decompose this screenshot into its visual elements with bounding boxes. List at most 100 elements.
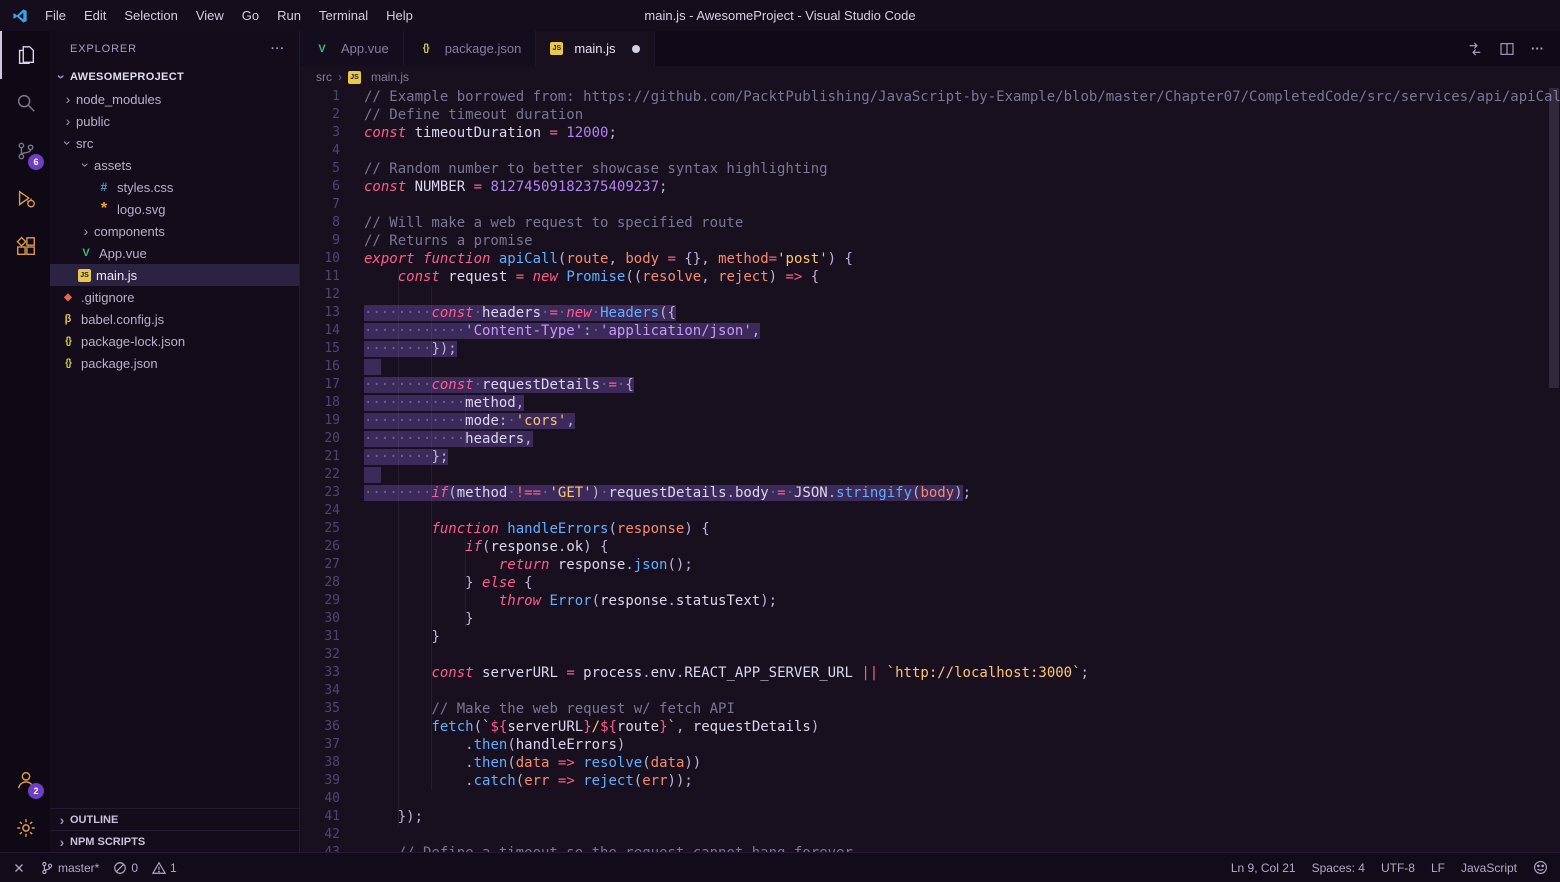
tree-item-app-vue[interactable]: V App.vue [50,242,299,264]
activity-item-run-debug[interactable] [0,175,50,223]
code-line[interactable]: 17 ········const·requestDetails·=·{ [300,376,1560,394]
line-number[interactable]: 17 [300,376,340,394]
warnings[interactable]: 1 [152,861,177,875]
more-actions-icon[interactable]: ··· [1531,41,1544,56]
code-line[interactable]: 2 // Define timeout duration [300,106,1560,124]
cursor-position[interactable]: Ln 9, Col 21 [1231,861,1296,875]
tree-item-logo-svg[interactable]: * logo.svg [50,198,299,220]
chevron-right-icon[interactable]: › [60,91,76,107]
line-number[interactable]: 24 [300,502,340,520]
code-line[interactable]: 29 throw Error(response.statusText); [300,592,1560,610]
line-number[interactable]: 30 [300,610,340,628]
line-number[interactable]: 5 [300,160,340,178]
code-line[interactable]: 22 [300,466,1560,484]
line-number[interactable]: 29 [300,592,340,610]
line-number[interactable]: 42 [300,826,340,844]
code-line[interactable]: 5 // Random number to better showcase syn… [300,160,1560,178]
code-line[interactable]: 28 } else { [300,574,1560,592]
line-number[interactable]: 43 [300,844,340,852]
line-number[interactable]: 9 [300,232,340,250]
line-number[interactable]: 4 [300,142,340,160]
explorer-actions-icon[interactable]: ··· [271,43,285,55]
line-number[interactable]: 3 [300,124,340,142]
code-line[interactable]: 27 return response.json(); [300,556,1560,574]
editor-scrollbar[interactable] [1549,88,1559,388]
tree-item-package-json[interactable]: {} package.json [50,352,299,374]
menu-edit[interactable]: Edit [75,0,115,31]
line-number[interactable]: 8 [300,214,340,232]
line-number[interactable]: 20 [300,430,340,448]
code-line[interactable]: 31 } [300,628,1560,646]
code-editor[interactable]: 1 // Example borrowed from: https://githu… [300,88,1560,852]
code-line[interactable]: 3 const timeoutDuration = 12000; [300,124,1560,142]
activity-item-explorer[interactable] [0,31,50,79]
code-line[interactable]: 25 function handleErrors(response) { [300,520,1560,538]
line-number[interactable]: 7 [300,196,340,214]
line-number[interactable]: 16 [300,358,340,376]
line-number[interactable]: 31 [300,628,340,646]
code-line[interactable]: 43 // Define a timeout so the request ca… [300,844,1560,852]
menu-help[interactable]: Help [377,0,422,31]
tree-item-main-js[interactable]: JS main.js [50,264,299,286]
line-number[interactable]: 13 [300,304,340,322]
code-line[interactable]: 14 ············'Content-Type':·'applicati… [300,322,1560,340]
line-number[interactable]: 38 [300,754,340,772]
code-line[interactable]: 20 ············headers, [300,430,1560,448]
feedback[interactable] [1533,860,1548,875]
line-number[interactable]: 25 [300,520,340,538]
line-number[interactable]: 32 [300,646,340,664]
tree-item-node-modules[interactable]: › node_modules [50,88,299,110]
eol[interactable]: LF [1431,861,1445,875]
errors[interactable]: 0 [113,861,138,875]
tab-package-json[interactable]: {} package.json [403,31,537,66]
code-line[interactable]: 34 [300,682,1560,700]
code-line[interactable]: 42 [300,826,1560,844]
activity-item-search[interactable] [0,79,50,127]
section-npm-scripts[interactable]: › NPM SCRIPTS [50,830,299,852]
code-line[interactable]: 32 [300,646,1560,664]
code-line[interactable]: 41 }); [300,808,1560,826]
modified-indicator[interactable] [631,44,640,53]
code-line[interactable]: 35 // Make the web request w/ fetch API [300,700,1560,718]
tree-item-public[interactable]: › public [50,110,299,132]
activity-item-settings[interactable] [0,804,50,852]
tab-app-vue[interactable]: V App.vue [300,31,404,66]
line-number[interactable]: 40 [300,790,340,808]
code-line[interactable]: 36 fetch(`${serverURL}/${route}`, reques… [300,718,1560,736]
line-number[interactable]: 39 [300,772,340,790]
menu-terminal[interactable]: Terminal [310,0,377,31]
menu-file[interactable]: File [36,0,75,31]
chevron-right-icon[interactable]: › [78,223,94,239]
code-line[interactable]: 26 if(response.ok) { [300,538,1560,556]
project-section-header[interactable]: › AWESOMEPROJECT [50,66,299,88]
line-number[interactable]: 35 [300,700,340,718]
line-number[interactable]: 18 [300,394,340,412]
menu-run[interactable]: Run [268,0,310,31]
activity-item-source-control[interactable]: 6 [0,127,50,175]
line-number[interactable]: 15 [300,340,340,358]
line-number[interactable]: 36 [300,718,340,736]
code-line[interactable]: 38 .then(data => resolve(data)) [300,754,1560,772]
code-line[interactable]: 23 ········if(method·!==·'GET')·requestDe… [300,484,1560,502]
code-line[interactable]: 33 const serverURL = process.env.REACT_A… [300,664,1560,682]
code-line[interactable]: 10 export function apiCall(route, body = … [300,250,1560,268]
line-number[interactable]: 34 [300,682,340,700]
language-mode[interactable]: JavaScript [1461,861,1517,875]
line-number[interactable]: 28 [300,574,340,592]
chevron-right-icon[interactable]: › [60,113,76,129]
line-number[interactable]: 14 [300,322,340,340]
code-line[interactable]: 8 // Will make a web request to specified… [300,214,1560,232]
git-branch[interactable]: master* [40,861,99,875]
menu-go[interactable]: Go [233,0,268,31]
line-number[interactable]: 22 [300,466,340,484]
line-number[interactable]: 26 [300,538,340,556]
chevron-down-icon[interactable]: › [78,157,94,173]
code-line[interactable]: 37 .then(handleErrors) [300,736,1560,754]
line-number[interactable]: 10 [300,250,340,268]
line-number[interactable]: 21 [300,448,340,466]
code-line[interactable]: 9 // Returns a promise [300,232,1560,250]
chevron-down-icon[interactable]: › [60,135,76,151]
line-number[interactable]: 19 [300,412,340,430]
line-number[interactable]: 1 [300,88,340,106]
code-line[interactable]: 15 ········}); [300,340,1560,358]
